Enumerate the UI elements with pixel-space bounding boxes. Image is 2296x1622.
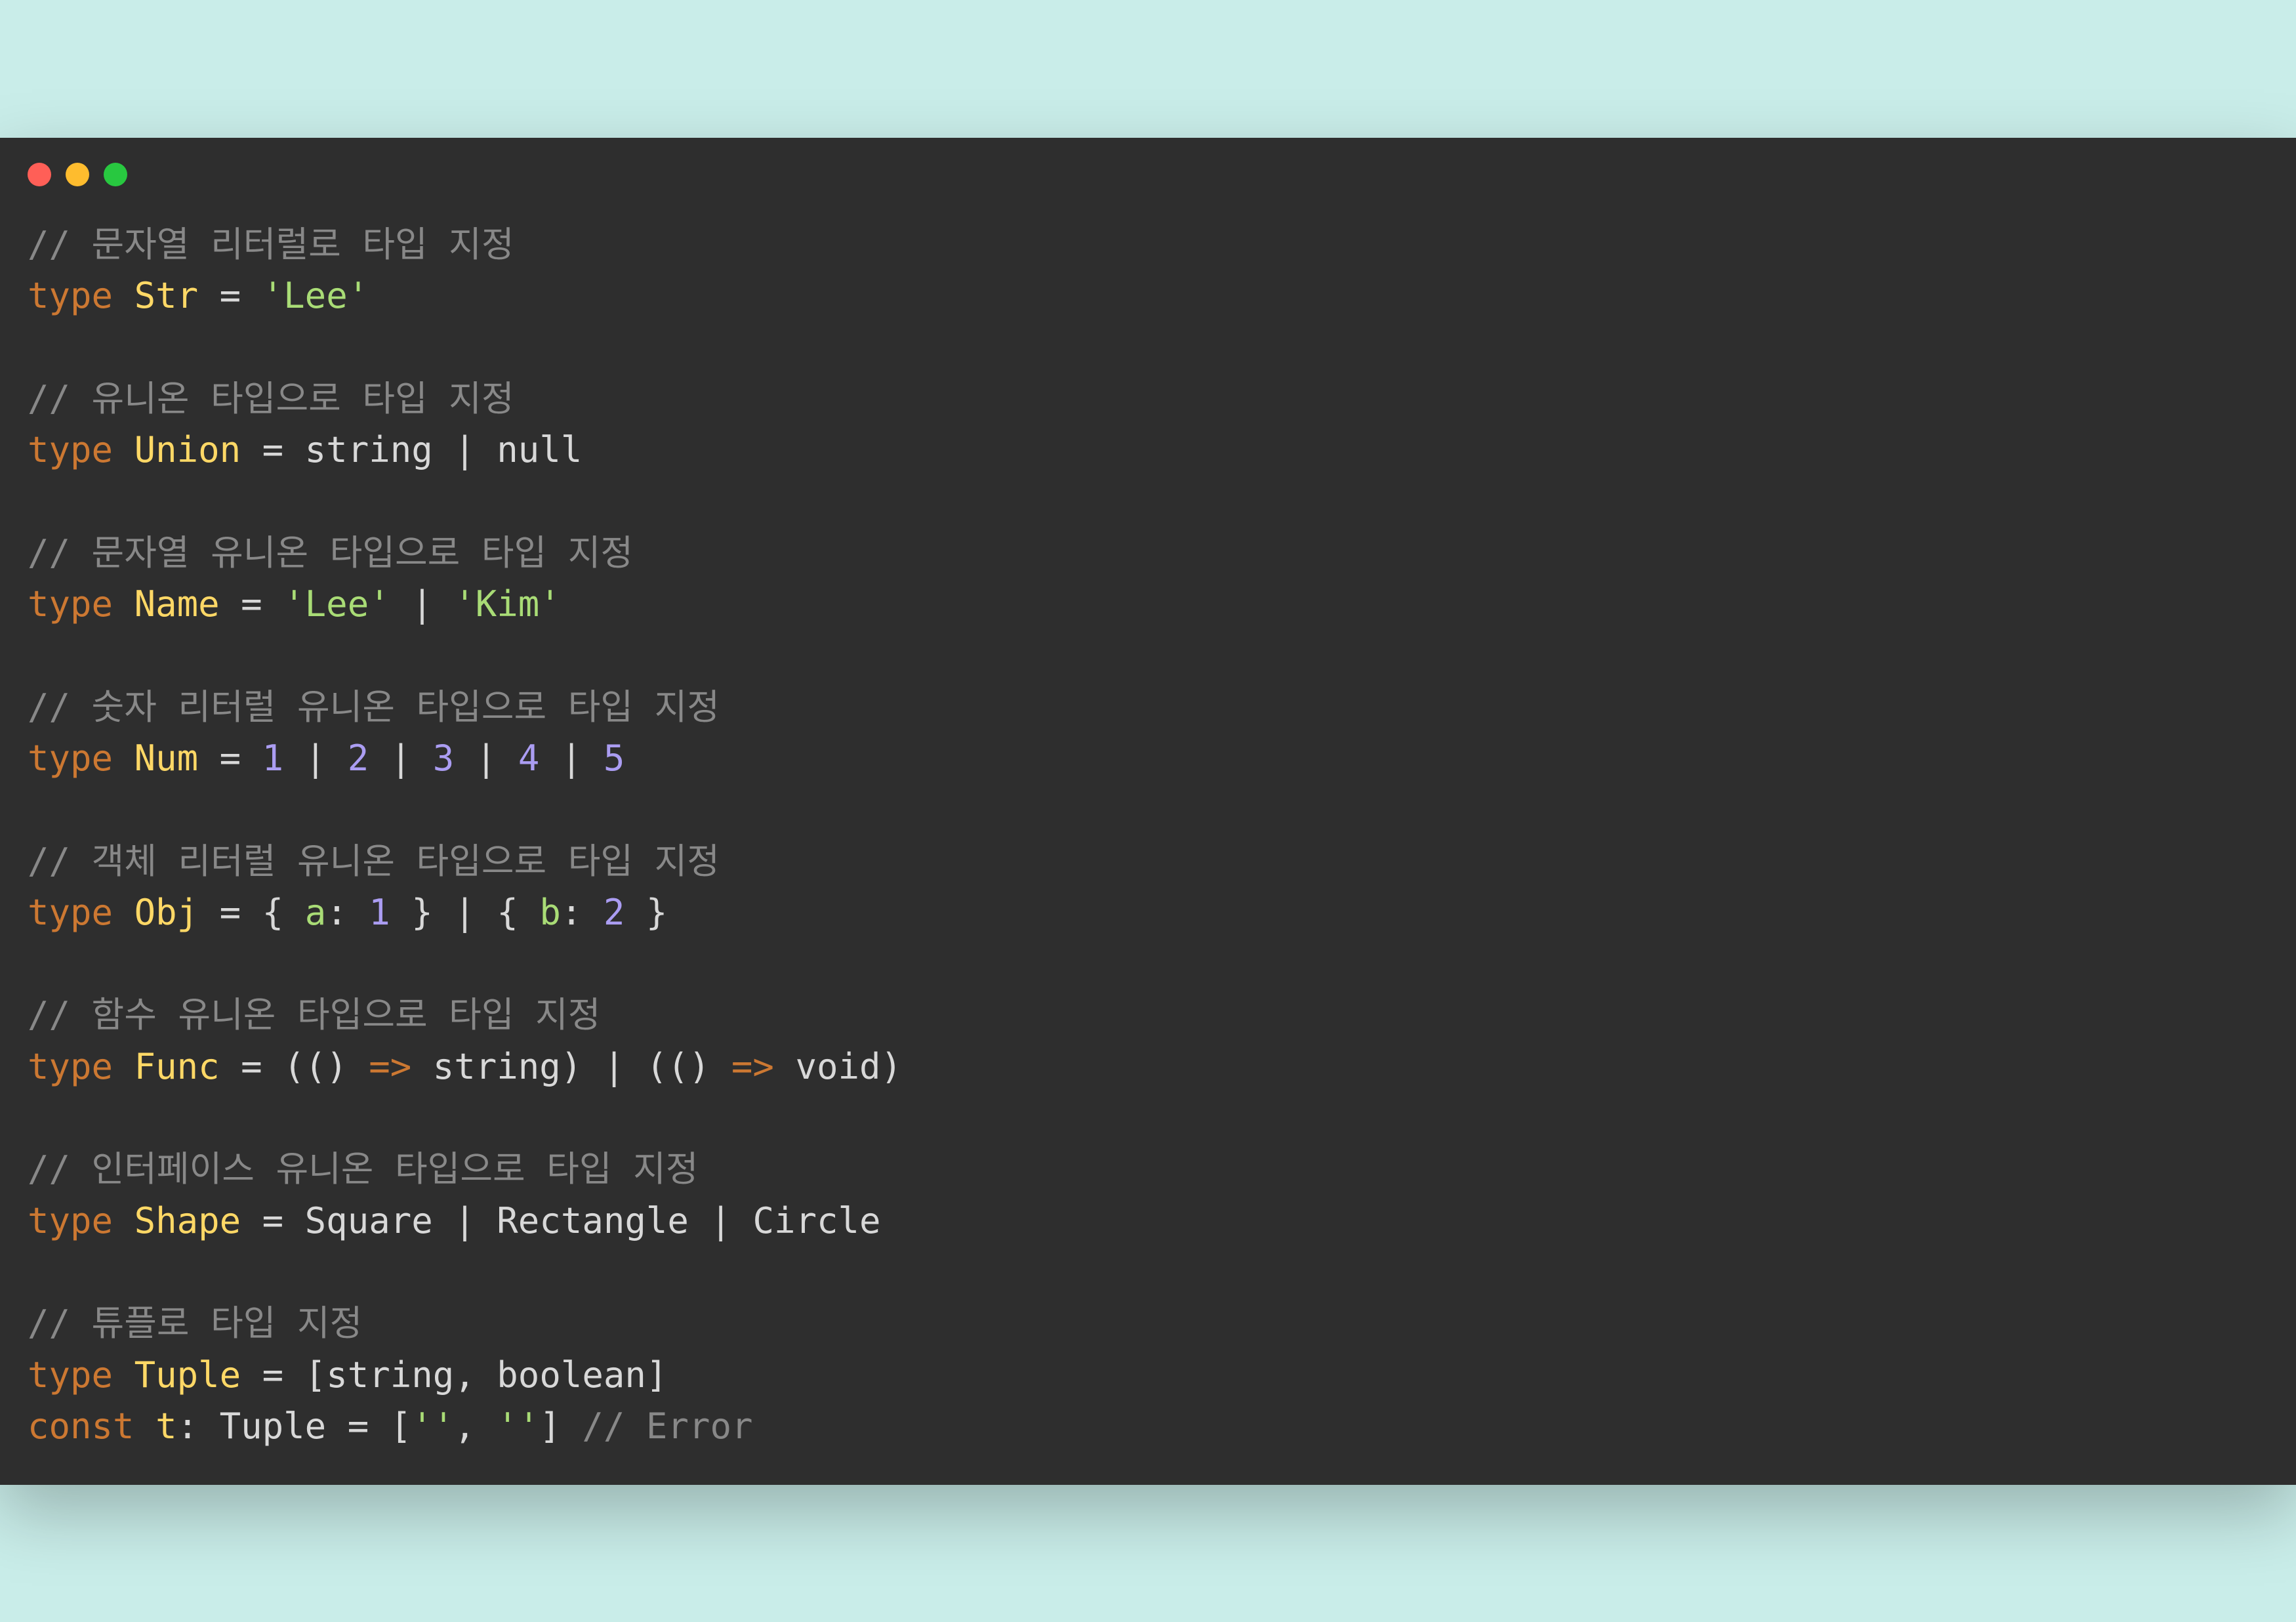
code-op: ,: [454, 1354, 497, 1396]
code-number: 1: [262, 738, 284, 779]
code-type: Circle: [752, 1200, 880, 1241]
code-comment: // Error: [582, 1405, 752, 1447]
code-comment: // 유니온 타입으로 타입 지정: [28, 378, 514, 419]
code-op: =: [220, 1046, 284, 1087]
code-string: '': [411, 1405, 454, 1447]
code-bracket: [: [305, 1354, 327, 1396]
code-typename: Tuple: [134, 1354, 241, 1396]
code-block: // 문자열 리터럴로 타입 지정 type Str = 'Lee' // 유니…: [0, 199, 2296, 1485]
code-op: |: [283, 738, 348, 779]
code-number: 2: [348, 738, 369, 779]
minimize-icon[interactable]: [66, 163, 89, 186]
code-op: |: [454, 738, 518, 779]
code-bracket: ]: [646, 1354, 668, 1396]
code-brace: }: [625, 892, 667, 933]
code-op: |: [539, 738, 604, 779]
code-op: :: [177, 1405, 220, 1447]
code-prop: b: [539, 892, 561, 933]
code-keyword: type: [28, 583, 113, 625]
code-typename: Union: [134, 429, 241, 470]
code-comment: // 객체 리터럴 유니온 타입으로 타입 지정: [28, 841, 720, 882]
code-op: :: [561, 892, 604, 933]
code-string: 'Lee': [262, 275, 369, 316]
code-keyword: type: [28, 1354, 113, 1396]
code-type: null: [497, 429, 582, 470]
code-typename: Shape: [134, 1200, 241, 1241]
code-type: string: [326, 1354, 454, 1396]
code-op: =: [198, 275, 262, 316]
code-type: Square: [305, 1200, 433, 1241]
code-type: boolean: [497, 1354, 646, 1396]
code-op: |: [433, 1200, 497, 1241]
code-bracket: ]: [539, 1405, 582, 1447]
code-string: '': [497, 1405, 539, 1447]
code-paren: ((): [646, 1046, 731, 1087]
code-comment: // 인터페이스 유니온 타입으로 타입 지정: [28, 1148, 698, 1190]
code-typename: Str: [134, 275, 199, 316]
code-comment: // 숫자 리터럴 유니온 타입으로 타입 지정: [28, 686, 720, 728]
code-keyword: const: [28, 1405, 134, 1447]
code-op: =: [241, 429, 305, 470]
code-brace: {: [262, 892, 305, 933]
code-keyword: type: [28, 429, 113, 470]
code-typename: Obj: [134, 892, 199, 933]
code-keyword: type: [28, 1200, 113, 1241]
code-typename: Num: [134, 738, 199, 779]
code-comment: // 함수 유니온 타입으로 타입 지정: [28, 994, 600, 1035]
code-prop: a: [305, 892, 327, 933]
code-op: |: [369, 738, 433, 779]
code-type: Rectangle: [497, 1200, 689, 1241]
code-brace: }: [390, 892, 433, 933]
code-keyword: type: [28, 892, 113, 933]
code-keyword: type: [28, 738, 113, 779]
code-comment: // 문자열 유니온 타입으로 타입 지정: [28, 532, 633, 573]
code-window: // 문자열 리터럴로 타입 지정 type Str = 'Lee' // 유니…: [0, 138, 2296, 1485]
code-brace: {: [497, 892, 539, 933]
code-number: 1: [369, 892, 390, 933]
code-op: =: [220, 583, 284, 625]
code-op: =: [241, 1200, 305, 1241]
code-keyword: type: [28, 1046, 113, 1087]
code-op: =: [241, 1354, 305, 1396]
code-keyword: type: [28, 275, 113, 316]
code-op: =: [198, 892, 262, 933]
code-op: =: [326, 1405, 390, 1447]
code-typename: Func: [134, 1046, 220, 1087]
code-varname: t: [155, 1405, 177, 1447]
code-op: |: [582, 1046, 646, 1087]
code-op: |: [433, 892, 497, 933]
code-op: |: [689, 1200, 753, 1241]
code-op: |: [433, 429, 497, 470]
code-typename: Name: [134, 583, 220, 625]
code-op: :: [326, 892, 369, 933]
code-type: string: [305, 429, 433, 470]
code-number: 5: [604, 738, 625, 779]
code-bracket: [: [390, 1405, 412, 1447]
titlebar: [0, 138, 2296, 199]
close-icon[interactable]: [28, 163, 51, 186]
code-string: 'Kim': [454, 583, 561, 625]
code-type: string): [411, 1046, 582, 1087]
code-paren: ((): [283, 1046, 369, 1087]
code-number: 4: [518, 738, 540, 779]
code-number: 3: [433, 738, 455, 779]
code-type: void): [774, 1046, 902, 1087]
code-op: |: [390, 583, 455, 625]
code-op: ,: [454, 1405, 497, 1447]
code-op: =: [198, 738, 262, 779]
code-comment: // 문자열 리터럴로 타입 지정: [28, 224, 514, 265]
code-type: Tuple: [220, 1405, 327, 1447]
code-comment: // 튜플로 타입 지정: [28, 1302, 362, 1344]
code-number: 2: [604, 892, 625, 933]
code-string: 'Lee': [283, 583, 390, 625]
maximize-icon[interactable]: [104, 163, 127, 186]
code-arrow: =>: [369, 1046, 411, 1087]
code-arrow: =>: [731, 1046, 774, 1087]
